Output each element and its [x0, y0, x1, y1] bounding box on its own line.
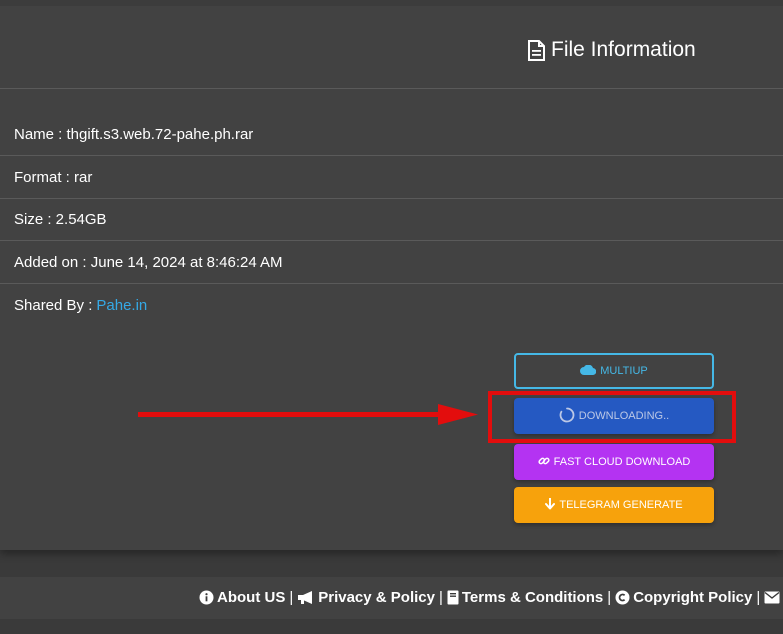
- fast-cloud-download-label: FAST CLOUD DOWNLOAD: [553, 456, 691, 468]
- copyright-icon: [615, 590, 630, 605]
- footer-links: About US | Privacy & Policy | Terms & Co…: [199, 589, 783, 606]
- file-name-row: Name : thgift.s3.web.72-pahe.ph.rar: [0, 113, 783, 156]
- red-arrow-icon: [138, 402, 478, 433]
- footer-separator: |: [756, 589, 761, 606]
- footer-copyright-label: Copyright Policy: [633, 589, 753, 606]
- multiup-button[interactable]: MULTIUP: [514, 353, 714, 389]
- footer-terms-label: Terms & Conditions: [461, 589, 604, 606]
- page-title-text: File Information: [551, 38, 696, 61]
- arrow-down-icon: [545, 497, 556, 513]
- page-title: File Information: [528, 38, 696, 62]
- file-name: Name : thgift.s3.web.72-pahe.ph.rar: [14, 125, 254, 143]
- footer-about-link[interactable]: About US: [199, 589, 285, 606]
- shared-by-label: Shared By :: [14, 297, 93, 314]
- file-info-card: File Information Name : thgift.s3.web.72…: [0, 0, 783, 550]
- telegram-generate-button[interactable]: TELEGRAM GENERATE: [514, 487, 714, 523]
- envelope-icon: [764, 591, 780, 604]
- highlight-box: [488, 391, 736, 443]
- file-icon: [528, 39, 545, 61]
- footer-separator: |: [607, 589, 612, 606]
- book-icon: [447, 590, 459, 605]
- telegram-generate-label: TELEGRAM GENERATE: [559, 499, 683, 511]
- footer-dmca-link[interactable]: DM: [764, 589, 783, 606]
- footer-privacy-link[interactable]: Privacy & Policy: [297, 589, 435, 606]
- file-added-row: Added on : June 14, 2024 at 8:46:24 AM: [0, 241, 783, 284]
- multiup-label: MULTIUP: [600, 365, 648, 377]
- footer-privacy-label: Privacy & Policy: [318, 589, 435, 606]
- footer-about-label: About US: [217, 589, 286, 606]
- footer-terms-link[interactable]: Terms & Conditions: [447, 589, 603, 606]
- shared-by-row: Shared By : Pahe.in: [0, 284, 783, 327]
- shared-by-link[interactable]: Pahe.in: [96, 297, 147, 314]
- file-size: Size : 2.54GB: [14, 210, 107, 228]
- file-format-row: Format : rar: [0, 156, 783, 199]
- link-icon: [538, 455, 550, 470]
- file-size-row: Size : 2.54GB: [0, 198, 783, 241]
- cloud-icon: [580, 364, 597, 378]
- file-format: Format : rar: [14, 168, 93, 186]
- footer-separator: |: [289, 589, 294, 606]
- megaphone-icon: [298, 591, 313, 604]
- footer-separator: |: [438, 589, 443, 606]
- file-added-on: Added on : June 14, 2024 at 8:46:24 AM: [14, 253, 283, 271]
- footer-copyright-link[interactable]: Copyright Policy: [615, 589, 752, 606]
- info-circle-icon: [199, 590, 214, 605]
- card-header: File Information: [0, 0, 783, 89]
- fast-cloud-download-button[interactable]: FAST CLOUD DOWNLOAD: [514, 444, 714, 480]
